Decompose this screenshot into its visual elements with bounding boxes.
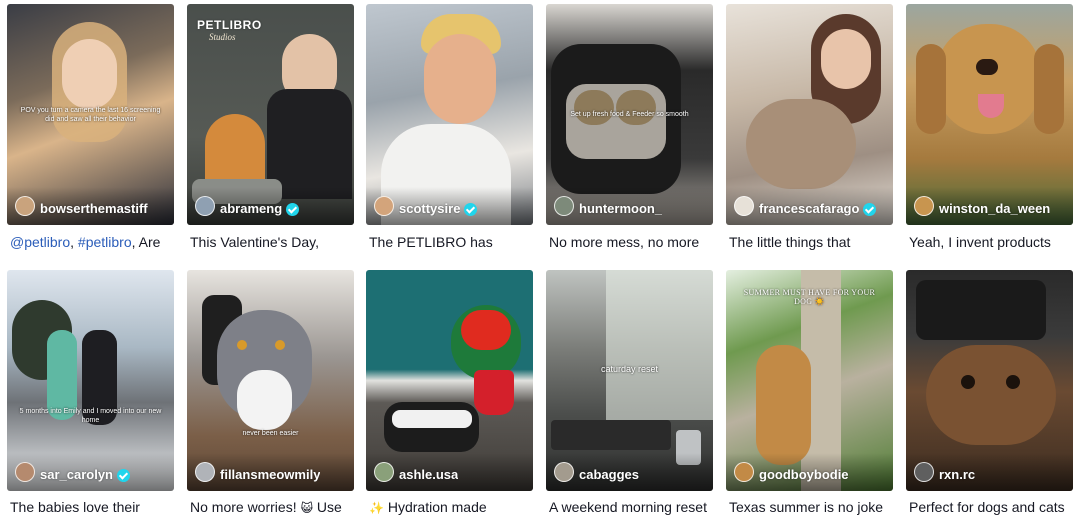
caption-text: , Are [131,234,161,250]
creator-handle[interactable]: ashle.usa [399,467,458,482]
video-card[interactable]: POV you turn a camera the last 16 screen… [7,4,174,250]
video-caption[interactable]: Texas summer is no joke [729,498,904,516]
hashtag-link[interactable]: #petlibro [78,234,132,250]
avatar[interactable] [195,196,215,216]
video-card[interactable]: never been easier fillansmeowmily No mor… [187,270,354,515]
video-card[interactable]: caturday reset cabagges A weekend mornin… [546,270,713,515]
video-caption[interactable]: No more worries! 😺 Use [190,498,365,517]
video-thumbnail[interactable]: Set up fresh food & Feeder so smooth hun… [546,4,713,225]
video-thumbnail[interactable]: winston_da_ween [906,4,1073,225]
brand-logo: PETLIBRO [197,18,262,32]
video-thumbnail[interactable]: SUMMER MUST HAVE FOR YOUR DOG ☀️ goodboy… [726,270,893,491]
video-card[interactable]: scottysire The PETLIBRO has [366,4,533,250]
caption-text: Use [312,499,342,515]
video-caption[interactable]: The PETLIBRO has [369,233,544,251]
caption-text: Hydration made [383,499,487,515]
brand-logo-sub: Studios [209,32,236,42]
video-thumbnail[interactable]: 5 months into Emily and I moved into our… [7,270,174,491]
avatar[interactable] [15,462,35,482]
video-overlay-text: POV you turn a camera the last 16 screen… [20,106,161,123]
avatar[interactable] [554,462,574,482]
video-overlay-text: SUMMER MUST HAVE FOR YOUR DOG ☀️ [743,287,876,306]
video-card[interactable]: SUMMER MUST HAVE FOR YOUR DOG ☀️ goodboy… [726,270,893,515]
avatar[interactable] [914,196,934,216]
video-card[interactable]: francescafarago The little things that [726,4,893,250]
video-caption[interactable]: Yeah, I invent products [909,233,1080,251]
video-card[interactable]: ashle.usa ✨ Hydration made [366,270,533,515]
video-caption[interactable]: This Valentine's Day, [190,233,365,251]
verified-badge-icon [464,203,478,216]
avatar[interactable] [195,462,215,482]
creator-handle[interactable]: huntermoon_ [579,201,662,216]
avatar[interactable] [15,196,35,216]
avatar[interactable] [374,462,394,482]
creator-handle[interactable]: sar_carolyn [40,467,113,482]
avatar[interactable] [374,196,394,216]
avatar[interactable] [914,462,934,482]
creator-handle[interactable]: winston_da_ween [939,201,1050,216]
video-card[interactable]: rxn.rc Perfect for dogs and cats [906,270,1073,515]
video-caption[interactable]: ✨ Hydration made [369,498,544,517]
sparkles-emoji-icon: ✨ [369,501,384,515]
video-card[interactable]: winston_da_ween Yeah, I invent products [906,4,1073,250]
avatar[interactable] [734,196,754,216]
video-caption[interactable]: @petlibro, #petlibro, Are [10,233,185,251]
video-thumbnail[interactable]: caturday reset cabagges [546,270,713,491]
creator-handle[interactable]: francescafarago [759,201,859,216]
video-thumbnail[interactable]: scottysire [366,4,533,225]
video-overlay-text: caturday reset [600,364,659,375]
video-caption[interactable]: The babies love their [10,498,185,516]
video-card[interactable]: PETLIBRO Studios abrameng This Valentine… [187,4,354,250]
verified-badge-icon [863,203,877,216]
creator-handle[interactable]: abrameng [220,201,282,216]
creator-handle[interactable]: goodboybodie [759,467,849,482]
creator-handle[interactable]: rxn.rc [939,467,975,482]
video-card[interactable]: Set up fresh food & Feeder so smooth hun… [546,4,713,250]
video-thumbnail[interactable]: PETLIBRO Studios abrameng [187,4,354,225]
mention-link[interactable]: @petlibro [10,234,70,250]
creator-handle[interactable]: cabagges [579,467,639,482]
caption-text: , [70,234,78,250]
cat-emoji-icon: 😺 [300,501,313,515]
video-thumbnail[interactable]: rxn.rc [906,270,1073,491]
video-thumbnail[interactable]: never been easier fillansmeowmily [187,270,354,491]
video-caption[interactable]: A weekend morning reset [549,498,724,516]
video-card[interactable]: 5 months into Emily and I moved into our… [7,270,174,515]
verified-badge-icon [286,203,300,216]
video-overlay-text: 5 months into Emily and I moved into our… [19,408,162,425]
video-caption[interactable]: The little things that [729,233,904,251]
avatar[interactable] [554,196,574,216]
caption-text: No more worries! [190,499,301,515]
video-overlay-text: never been easier [242,430,299,438]
avatar[interactable] [734,462,754,482]
video-caption[interactable]: No more mess, no more [549,233,724,251]
video-overlay-text: Set up fresh food & Feeder so smooth [570,111,689,119]
video-thumbnail[interactable]: ashle.usa [366,270,533,491]
creator-handle[interactable]: fillansmeowmily [220,467,320,482]
video-thumbnail[interactable]: francescafarago [726,4,893,225]
video-caption[interactable]: Perfect for dogs and cats [909,498,1080,516]
creator-handle[interactable]: bowserthemastiff [40,201,148,216]
verified-badge-icon [117,469,130,482]
creator-handle[interactable]: scottysire [399,201,460,216]
video-thumbnail[interactable]: POV you turn a camera the last 16 screen… [7,4,174,225]
